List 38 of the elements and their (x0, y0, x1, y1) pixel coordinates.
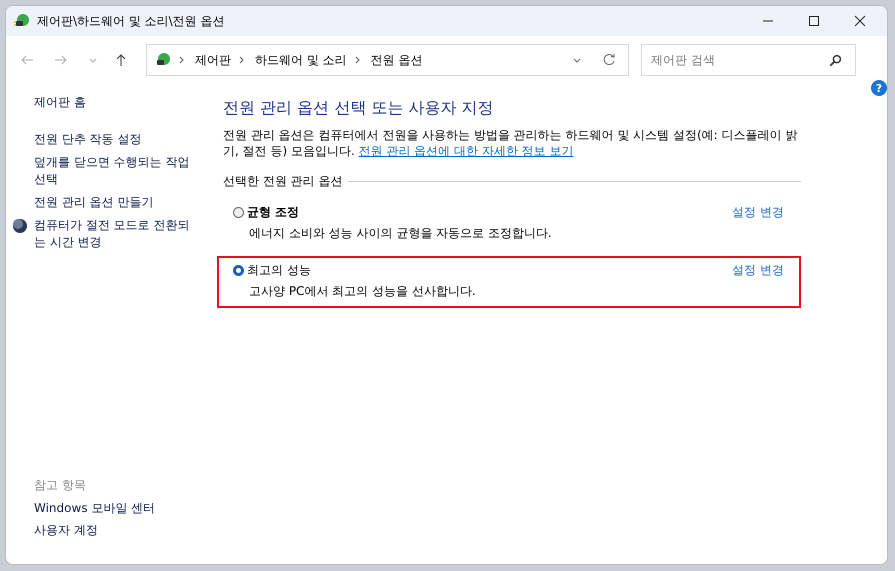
window-title: 제어판\하드웨어 및 소리\전원 옵션 (37, 12, 225, 30)
intro-paragraph: 전원 관리 옵션은 컴퓨터에서 전원을 사용하는 방법을 관리하는 하드웨어 및 시스템 설정(예: 디스플레이 밝기, 절전 등) 모음입니다. 전원 관리 옵션에 대한 자세한 정보 보기 (223, 127, 798, 159)
see-also-heading: 참고 항목 (34, 477, 87, 494)
breadcrumb-item[interactable]: 제어판 (195, 52, 231, 68)
change-settings-link[interactable]: 설정 변경 (732, 262, 784, 279)
breadcrumb-item[interactable]: 전원 옵션 (370, 52, 422, 68)
chevron-right-icon (354, 56, 361, 64)
plan-description: 에너지 소비와 성능 사이의 균형을 자동으로 조정합니다. (249, 225, 553, 242)
radio-button[interactable] (233, 207, 244, 218)
plan-name: 균형 조정 (247, 204, 300, 221)
up-arrow-icon[interactable] (114, 53, 128, 67)
info-link[interactable]: 전원 관리 옵션에 대한 자세한 정보 보기 (358, 144, 574, 158)
search-icon (829, 54, 842, 67)
group-label: 선택한 전원 관리 옵션 (223, 173, 342, 190)
sidebar-link[interactable]: Windows 모바일 센터 (34, 500, 199, 517)
change-settings-link[interactable]: 설정 변경 (732, 204, 784, 221)
chevron-right-icon (239, 56, 245, 64)
radio-button[interactable] (233, 265, 244, 276)
breadcrumb-item[interactable]: 하드웨어 및 소리 (255, 52, 347, 68)
search-field[interactable]: 제어판 검색 (641, 44, 856, 76)
sidebar-link[interactable]: 전원 관리 옵션 만들기 (34, 194, 154, 211)
help-icon[interactable]: ? (871, 80, 887, 96)
plan-description: 고사양 PC에서 최고의 성능을 선사합니다. (249, 283, 477, 300)
power-plug-icon (155, 52, 171, 68)
close-icon[interactable] (854, 15, 866, 27)
address-bar[interactable]: 제어판 하드웨어 및 소리 전원 옵션 (146, 44, 629, 76)
plan-name: 최고의 성능 (247, 262, 311, 279)
sidebar-link[interactable]: 사용자 계정 (34, 522, 199, 539)
sidebar-link[interactable]: 제어판 홈 (34, 94, 199, 111)
chevron-right-icon (179, 56, 185, 64)
refresh-icon[interactable] (602, 53, 616, 67)
sidebar-link[interactable]: 컴퓨터가 절전 모드로 전환되는 시간 변경 (34, 217, 199, 251)
moon-icon (12, 218, 28, 234)
page-heading: 전원 관리 옵션 선택 또는 사용자 지정 (223, 98, 495, 119)
maximize-icon[interactable] (808, 15, 820, 27)
power-plug-icon (14, 13, 30, 29)
sidebar-link[interactable]: 전원 단추 작동 설정 (34, 131, 142, 148)
sidebar-link[interactable]: 덮개를 닫으면 수행되는 작업 선택 (34, 154, 199, 188)
